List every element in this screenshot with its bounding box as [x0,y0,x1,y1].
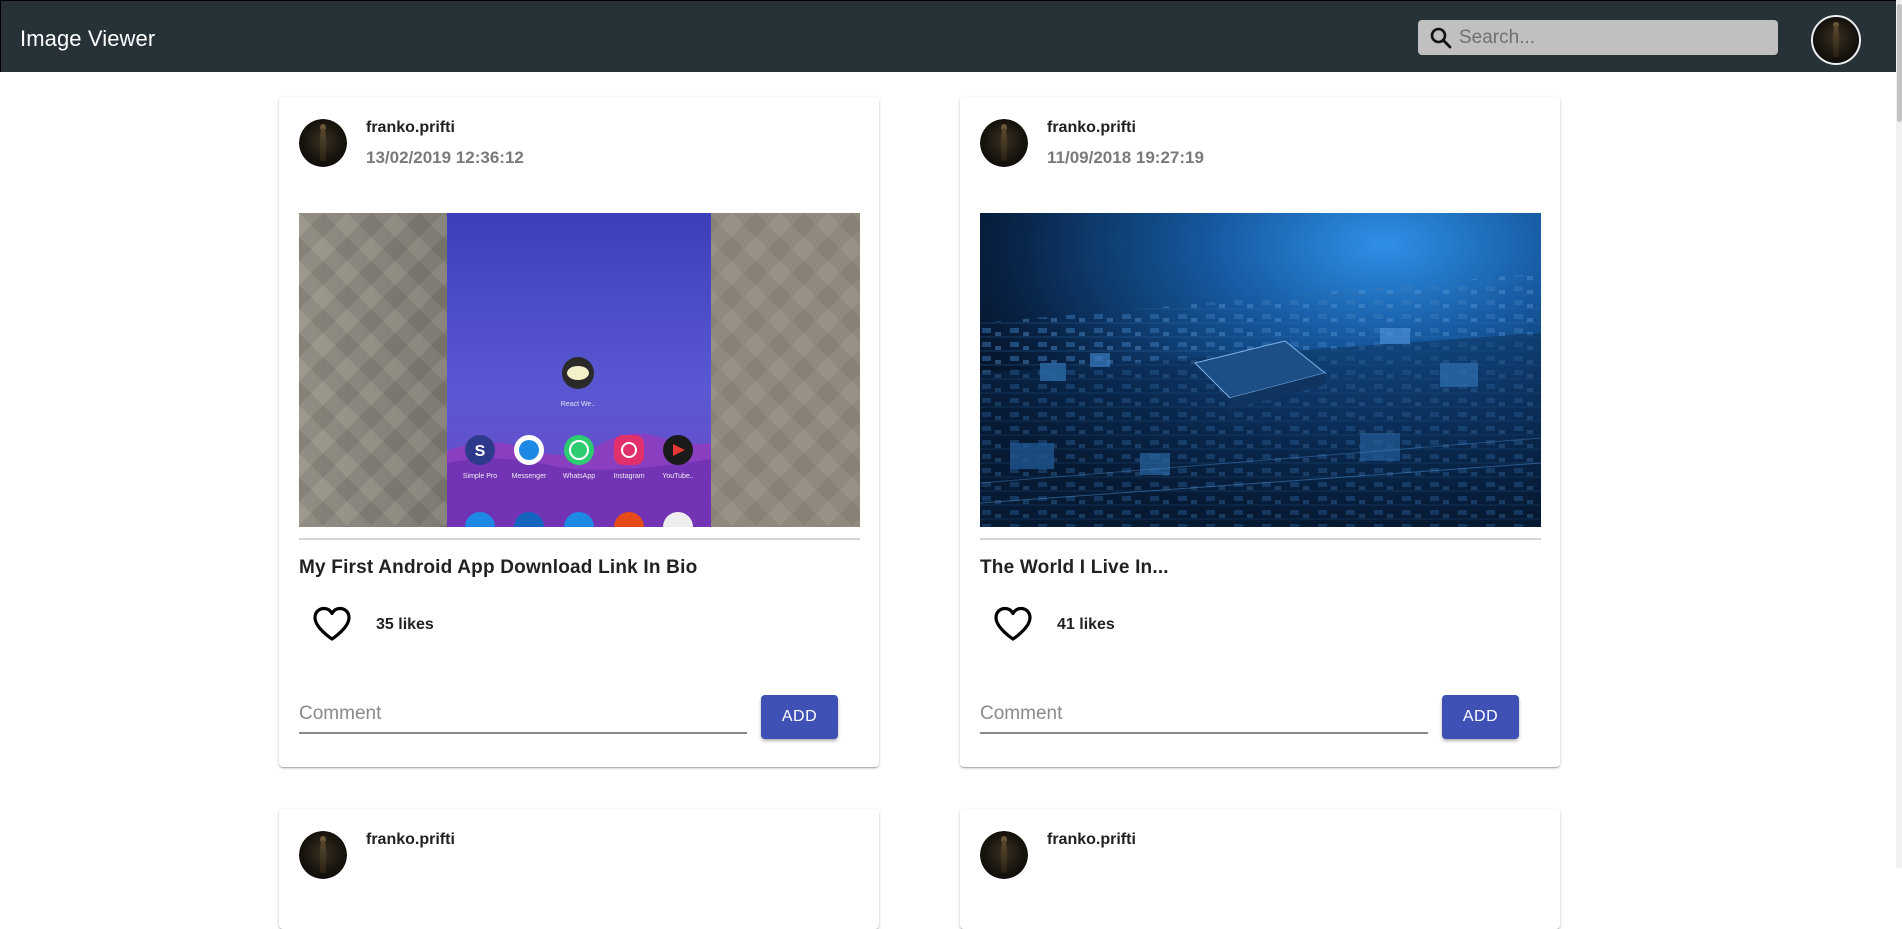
comment-input[interactable] [299,696,747,734]
heart-icon[interactable] [312,605,352,643]
svg-text:YouTube..: YouTube.. [662,473,693,480]
post-image [980,213,1541,527]
like-count: 35 likes [376,616,434,633]
post-username: franko.prifti [1047,119,1136,136]
divider [299,538,860,540]
app-title: Image Viewer [20,26,156,51]
post-card: franko.prifti 13/02/2019 12:36:12 React … [279,97,879,767]
svg-text:Instagram: Instagram [613,473,644,480]
svg-text:Simple Pro: Simple Pro [463,473,497,480]
post-username: franko.prifti [366,831,455,848]
svg-text:Messenger: Messenger [512,473,547,480]
heart-icon[interactable] [993,605,1033,643]
like-count: 41 likes [1057,616,1115,633]
avatar [980,119,1028,167]
post-caption: My First Android App Download Link In Bi… [299,557,698,578]
post-image: React We.. S Simple Pro Messenger WhatsA… [299,213,860,527]
scrollbar-track [1896,0,1902,868]
profile-avatar[interactable] [1811,15,1861,65]
svg-text:S: S [475,443,486,460]
post-date: 13/02/2019 12:36:12 [366,148,524,167]
search-input[interactable] [1459,20,1769,55]
avatar [299,831,347,879]
search-icon [1429,26,1453,55]
comment-input[interactable] [980,696,1428,734]
search-box[interactable] [1418,20,1778,55]
avatar [980,831,1028,879]
scrollbar-thumb[interactable] [1897,4,1902,122]
post-date: 11/09/2018 19:27:19 [1047,148,1204,167]
post-caption: The World I Live In... [980,557,1169,578]
post-card: franko.prifti [279,809,879,929]
svg-text:WhatsApp: WhatsApp [563,473,595,480]
post-username: franko.prifti [1047,831,1136,848]
divider [980,538,1541,540]
post-card: franko.prifti [960,809,1560,929]
post-username: franko.prifti [366,119,455,136]
post-card: franko.prifti 11/09/2018 19:27:19 The Wo… [960,97,1560,767]
app-header: Image Viewer [0,0,1902,72]
add-comment-button[interactable]: ADD [1442,695,1519,739]
avatar [299,119,347,167]
svg-text:React We..: React We.. [561,401,596,408]
add-comment-button[interactable]: ADD [761,695,838,739]
